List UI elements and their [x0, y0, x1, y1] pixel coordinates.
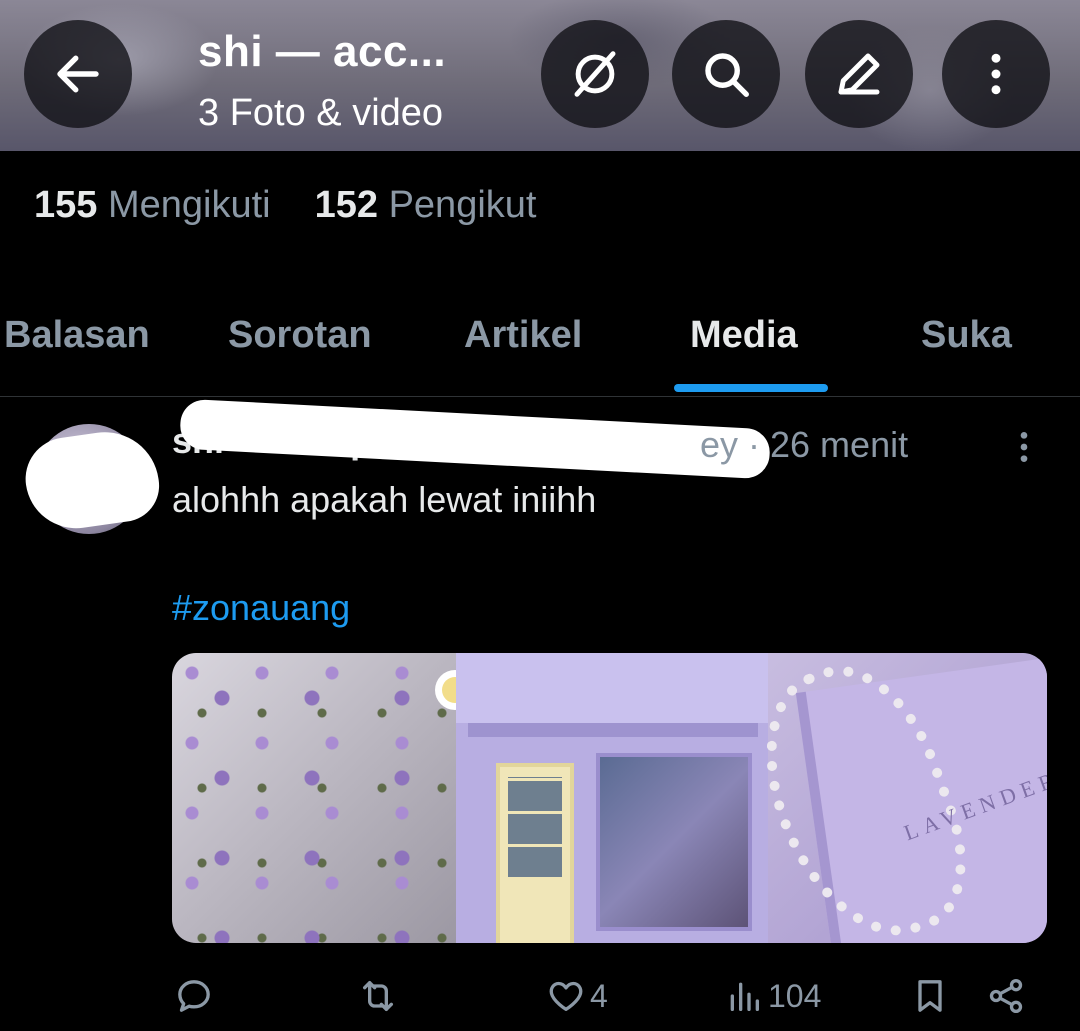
page-title: shi — acc... — [198, 27, 447, 76]
search-icon — [705, 53, 749, 97]
page-subtitle: 3 Foto & video — [198, 92, 444, 134]
media-image-lavender-shop[interactable] — [456, 653, 768, 943]
back-button[interactable] — [24, 20, 132, 128]
header-title-block: shi — acc... 3 Foto & video — [198, 26, 446, 136]
tab-balasan[interactable]: Balasan — [4, 314, 150, 357]
search-button[interactable] — [672, 20, 780, 128]
media-image-floral-fabric[interactable] — [172, 653, 468, 943]
tweet-hashtag[interactable]: #zonauang — [172, 586, 350, 630]
grok-button[interactable] — [541, 20, 649, 128]
followers-count: 152 — [314, 184, 379, 226]
views-count: 104 — [768, 977, 822, 1014]
follow-counts: 155 Mengikuti 152 Pengikut — [34, 184, 580, 227]
tweet-media[interactable]: LAVENDER — [172, 653, 1047, 943]
arrow-left-icon — [57, 55, 99, 93]
share-button[interactable] — [986, 968, 1026, 1024]
tab-sorotan[interactable]: Sorotan — [228, 314, 372, 357]
profile-tabs: Balasan Sorotan Artikel Media Suka — [0, 300, 1080, 397]
following-link[interactable]: 155 Mengikuti — [34, 184, 271, 226]
bookmark-icon — [918, 980, 942, 1012]
shop-facade-top — [456, 653, 768, 723]
name-redaction — [179, 398, 771, 480]
edit-icon — [838, 53, 880, 95]
views-bar-chart-icon — [730, 982, 759, 1011]
tweet-text: alohhh apakah lewat iniihh — [172, 479, 597, 520]
shop-window — [596, 753, 752, 931]
following-label: Mengikuti — [107, 184, 271, 226]
followers-link[interactable]: 152 Pengikut — [315, 184, 537, 226]
shop-door — [496, 763, 574, 943]
following-count: 155 — [34, 184, 98, 226]
reply-button[interactable] — [174, 968, 218, 1024]
views-button[interactable]: 104 — [724, 968, 821, 1024]
bookmark-button[interactable] — [910, 968, 950, 1024]
more-vertical-icon — [991, 53, 1001, 95]
profile-header: shi — acc... 3 Foto & video — [0, 0, 1080, 151]
tab-artikel[interactable]: Artikel — [464, 314, 582, 357]
avatar-redaction — [20, 425, 164, 535]
edit-button[interactable] — [805, 20, 913, 128]
followers-label: Pengikut — [388, 184, 537, 226]
heart-icon — [549, 981, 583, 1011]
tweet-timestamp: ey · 26 menit — [700, 424, 909, 465]
more-options-button[interactable] — [942, 20, 1050, 128]
like-button[interactable]: 4 — [546, 968, 608, 1024]
retweet-button[interactable] — [358, 968, 402, 1024]
share-icon — [989, 978, 1023, 1014]
tweet-more-icon[interactable] — [1004, 424, 1044, 470]
like-count: 4 — [590, 977, 608, 1014]
tab-media[interactable]: Media — [690, 314, 798, 357]
tab-suka[interactable]: Suka — [921, 314, 1012, 357]
shop-awning — [468, 723, 758, 737]
media-image-lavender-book[interactable]: LAVENDER — [735, 653, 1047, 943]
retweet-icon — [363, 981, 393, 1011]
reply-icon — [178, 980, 210, 1012]
active-tab-indicator — [674, 384, 828, 392]
tweet-action-bar: 4 104 — [0, 968, 1080, 1024]
grok-icon — [574, 51, 616, 97]
